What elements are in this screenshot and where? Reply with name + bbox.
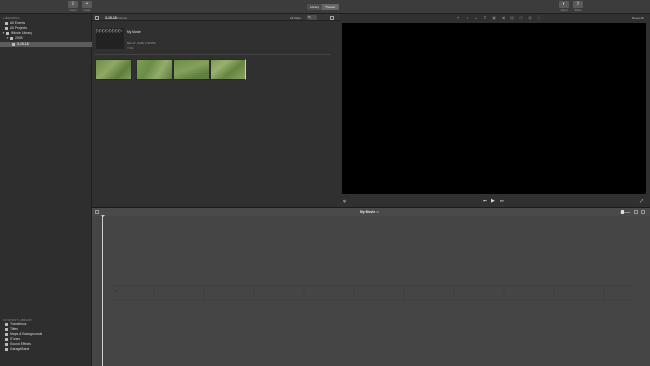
video-clip[interactable] (136, 59, 173, 80)
adjust-button[interactable]: ◐ Adjust (558, 1, 570, 13)
timeline-title: My Movie (360, 210, 376, 214)
view-switcher: Library Theater (307, 4, 339, 10)
event-title: 3-15-18 (105, 15, 117, 20)
sidebar-item-label: Titles (10, 327, 18, 331)
settings-icon[interactable] (330, 15, 334, 20)
fullscreen-icon[interactable]: ⤢ (640, 197, 643, 205)
tab-library[interactable]: Library (307, 4, 323, 10)
drop-target-icon: ⌗ (114, 289, 118, 295)
sidebar-item-label: All Projects (10, 26, 27, 30)
reset-all-button[interactable]: Reset All (632, 16, 644, 20)
share-button[interactable]: ⇧ Share (572, 1, 584, 13)
viewer: ✦ ◑ ◒ ⌗ ▣ ◀ ▤ ◷ ◍ ⓘ Reset All ψ ⏮ ▶ ⏭ ⤢ (340, 14, 650, 207)
sidebar-item-label: Transitions (10, 322, 27, 326)
sidebar-toggle-icon[interactable] (95, 15, 99, 20)
sidebar-item-2008[interactable]: ▼ 2008 (0, 36, 92, 41)
browser-bar: 3-15-18 5 Items All Clips 5s (92, 14, 340, 21)
import-button[interactable]: ⇩ Import (67, 1, 79, 13)
timeline-settings-icon[interactable] (95, 210, 99, 214)
sidebar-item-label: iMovie Library (10, 31, 33, 35)
transport-controls: ψ ⏮ ▶ ⏭ ⤢ (340, 197, 650, 205)
adjust-label: Adjust (560, 8, 568, 12)
library-icon (5, 31, 9, 35)
titles-icon (5, 327, 8, 331)
event-browser: 3-15-18 5 Items All Clips 5s ▷▷▷▷▷▷▷▷ My… (92, 14, 340, 207)
tab-theater[interactable]: Theater (322, 4, 339, 10)
project-duration-value: 0s (130, 45, 134, 50)
import-label: Import (69, 8, 77, 12)
timeline: My Movie 0s ⌗ (92, 207, 650, 366)
stabilization-icon[interactable]: ▣ (492, 15, 496, 20)
magic-wand-icon[interactable]: ✦ (456, 15, 460, 20)
sidebar-item-label: Maps & Backgrounds (10, 332, 43, 336)
noise-reduction-icon[interactable]: ▤ (510, 15, 514, 20)
audio-skimming-icon[interactable] (634, 210, 638, 214)
sidebar: LIBRARIES All Events All Projects ▼ iMovi… (0, 14, 92, 366)
transitions-icon (5, 322, 8, 326)
sidebar-item-label: 3-15-18 (17, 42, 29, 46)
skip-back-icon[interactable]: ⏮ (483, 197, 487, 205)
video-preview (342, 23, 646, 194)
clip-size-dropdown[interactable]: 5s (307, 15, 317, 20)
sidebar-item-garageband[interactable]: GarageBand (0, 347, 92, 352)
star-icon (5, 21, 8, 25)
folder-icon (9, 36, 13, 40)
event-icon (12, 42, 15, 46)
video-clip[interactable] (95, 59, 132, 80)
timeline-header: My Movie 0s (92, 208, 650, 216)
share-icon: ⇧ (573, 1, 583, 8)
color-correction-icon[interactable]: ◒ (474, 15, 478, 20)
item-count: 5 Items (117, 15, 127, 20)
skip-forward-icon[interactable]: ⏭ (500, 197, 504, 205)
speaker-icon (5, 342, 8, 346)
timeline-duration: 0s (376, 210, 380, 215)
speed-icon[interactable]: ◷ (519, 15, 523, 20)
project-date: Mar 17, 2018, 3:33 PM (127, 41, 156, 45)
clip-filter[interactable]: All Clips (290, 16, 301, 20)
music-icon (5, 337, 8, 341)
timeline-view-icon[interactable] (641, 210, 645, 214)
clip-filter-icon[interactable]: ◍ (528, 15, 532, 20)
create-button[interactable]: + Create (81, 1, 93, 13)
libraries-heading: LIBRARIES (3, 16, 20, 20)
share-label: Share (574, 8, 582, 12)
zoom-slider-handle[interactable] (621, 210, 624, 214)
plus-icon: + (82, 1, 92, 8)
toolbar: ⇩ Import + Create Library Theater ◐ Adju… (0, 0, 650, 14)
adjust-icon: ◐ (559, 1, 569, 8)
empty-timeline-track[interactable] (114, 284, 634, 302)
film-icon (5, 26, 8, 30)
sidebar-item-label: All Events (10, 21, 26, 25)
info-icon[interactable]: ⓘ (537, 15, 541, 20)
map-icon (5, 332, 8, 336)
play-icon[interactable]: ▶ (491, 197, 495, 205)
viewer-toolbar: ✦ ◑ ◒ ⌗ ▣ ◀ ▤ ◷ ◍ ⓘ Reset All (340, 14, 650, 21)
video-clip[interactable] (173, 59, 210, 80)
video-clip[interactable] (210, 59, 246, 80)
guitar-icon (5, 347, 8, 351)
playhead[interactable] (102, 216, 103, 366)
divider (95, 54, 331, 55)
sidebar-item-3-15-18[interactable]: 3-15-18 (0, 42, 92, 47)
sidebar-item-label: Sound Effects (10, 342, 32, 346)
sidebar-item-label: GarageBand (10, 347, 30, 351)
project-name[interactable]: My Movie (127, 30, 141, 34)
filmstrip-arrows-icon: ▷▷▷▷▷▷▷▷ (96, 28, 123, 34)
volume-icon[interactable]: ◀ (501, 15, 505, 20)
sidebar-item-label: iTunes (10, 337, 21, 341)
sidebar-item-label: 2008 (14, 36, 23, 40)
create-label: Create (83, 8, 91, 12)
crop-icon[interactable]: ⌗ (483, 15, 487, 20)
microphone-icon[interactable]: ψ (343, 197, 346, 205)
disclosure-triangle-icon[interactable]: ▼ (6, 36, 9, 41)
project-duration: ▭ 0s (127, 45, 134, 50)
import-icon: ⇩ (68, 1, 78, 8)
color-balance-icon[interactable]: ◑ (465, 15, 469, 20)
